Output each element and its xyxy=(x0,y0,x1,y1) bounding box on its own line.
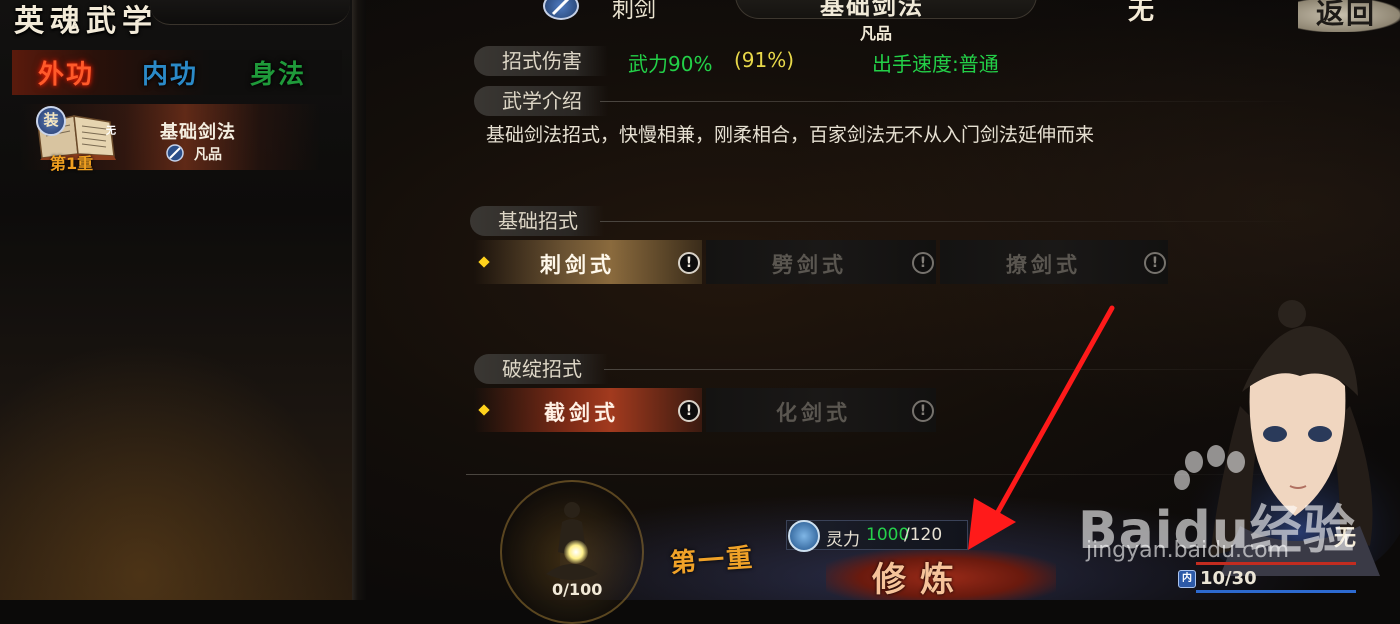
inner-power-bar xyxy=(1196,590,1356,593)
skill-book-tag: 无 xyxy=(106,126,116,137)
tab-waigong[interactable]: 外功 xyxy=(38,54,94,91)
intro-text: 基础剑法招式，快慢相兼，刚柔相合，百家剑法无不从入门剑法延伸而来 xyxy=(486,124,1095,146)
move-jiejian[interactable]: 截剑式 ! xyxy=(474,388,702,432)
weapon-slot xyxy=(150,0,350,25)
skill-grade: 凡品 xyxy=(194,147,222,163)
sidebar-divider xyxy=(352,0,366,600)
tab-neigong[interactable]: 内功 xyxy=(142,54,198,91)
watermark-url: jingyan.baidu.com xyxy=(1086,538,1290,563)
attack-speed: 出手速度:普通 xyxy=(872,52,999,76)
move-liaojian[interactable]: 撩剑式 ! xyxy=(940,240,1168,284)
info-icon[interactable]: ! xyxy=(912,252,934,274)
tab-shenfa[interactable]: 身法 xyxy=(250,54,306,91)
move-cijian[interactable]: 刺剑式 ! xyxy=(474,240,702,284)
back-button[interactable]: 返回 xyxy=(1298,0,1400,32)
move-label: 劈剑式 xyxy=(772,252,847,277)
stage-label: 第一重 xyxy=(669,543,756,579)
intro-header: 武学介绍 xyxy=(474,86,608,116)
intro-divider xyxy=(600,101,1300,102)
top-skill-grade: 凡品 xyxy=(860,24,893,43)
info-icon[interactable]: ! xyxy=(912,400,934,422)
skill-level: 第1重 xyxy=(50,154,94,173)
category-tabs: 外功 内功 身法 xyxy=(12,50,342,95)
move-label: 截剑式 xyxy=(544,400,619,425)
damage-value: 武力90% xyxy=(628,52,713,76)
basic-moves-header: 基础招式 xyxy=(470,206,604,236)
page-title: 英魂武学 xyxy=(14,4,158,39)
move-huajian[interactable]: 化剑式 ! xyxy=(706,388,936,432)
spirit-max: /120 xyxy=(904,525,943,545)
break-moves-header: 破绽招式 xyxy=(474,354,608,384)
equipped-badge: 装 xyxy=(36,106,66,136)
sword-icon xyxy=(166,144,184,162)
damage-header: 招式伤害 xyxy=(474,46,608,76)
move-label: 化剑式 xyxy=(776,400,851,425)
move-label: 撩剑式 xyxy=(1006,252,1081,277)
weapon-name: 刺剑 xyxy=(612,0,657,23)
selected-diamond-icon xyxy=(478,404,490,416)
info-icon[interactable]: ! xyxy=(1144,252,1166,274)
basic-moves-divider xyxy=(600,221,1300,222)
spirit-current: 1000 xyxy=(866,525,910,545)
training-progress: 0/100 xyxy=(552,580,603,599)
selected-diamond-icon xyxy=(478,256,490,268)
spirit-label: 灵力 xyxy=(826,530,860,550)
energy-orb-icon xyxy=(564,540,588,564)
spirit-swirl-icon xyxy=(788,520,820,552)
skill-name: 基础剑法 xyxy=(160,122,236,143)
damage-percent: (91%) xyxy=(734,48,795,72)
skill-list-item[interactable]: 装 无 第1重 基础剑法 凡品 xyxy=(20,104,320,173)
move-pijian[interactable]: 劈剑式 ! xyxy=(706,240,936,284)
top-skill-name: 基础剑法 xyxy=(820,0,924,20)
info-icon[interactable]: ! xyxy=(678,400,700,422)
back-label: 返回 xyxy=(1316,0,1377,30)
top-status: 无 xyxy=(1128,0,1155,26)
move-label: 刺剑式 xyxy=(540,252,615,277)
info-icon[interactable]: ! xyxy=(678,252,700,274)
